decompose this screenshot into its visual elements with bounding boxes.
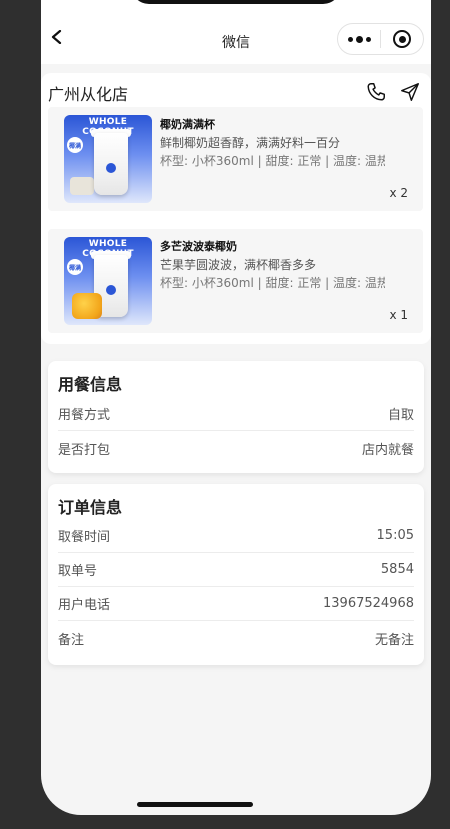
more-dots-icon	[347, 35, 371, 43]
list-item[interactable]: WHOLE COCONUT 椰满 多芒波波泰椰奶 芒果芋圆波波，满杯椰香多多 杯…	[48, 229, 423, 333]
row-label: 用户电话	[58, 598, 111, 613]
item-description: 鲜制椰奶超香醇，满满好料一百分	[160, 136, 341, 150]
store-name: 广州从化店	[48, 85, 129, 104]
info-row: 用餐方式 自取	[58, 397, 414, 431]
item-name: 多芒波波泰椰奶	[160, 240, 237, 253]
row-label: 备注	[58, 632, 85, 648]
row-label: 取单号	[58, 564, 98, 579]
item-name: 椰奶满满杯	[160, 118, 215, 131]
item-quantity: x 2	[389, 186, 408, 200]
dining-info-title: 用餐信息	[58, 375, 123, 394]
row-value: 13967524968	[323, 596, 414, 611]
order-info-title: 订单信息	[58, 498, 123, 517]
mango-decoration	[72, 293, 102, 319]
close-button[interactable]	[381, 24, 423, 54]
mini-program-capsule	[337, 23, 424, 55]
info-row: 取单号 5854	[58, 553, 414, 587]
notch	[131, 0, 341, 4]
dining-info-card: 用餐信息 用餐方式 自取 是否打包 店内就餐	[48, 361, 424, 473]
image-badge: 椰满	[67, 137, 83, 153]
status-bar	[41, 0, 431, 10]
product-image: WHOLE COCONUT 椰满	[64, 115, 152, 203]
info-row: 取餐时间 15:05	[58, 519, 414, 553]
phone-screen: 微信 广州从化店 WHOLE COCONUT 椰满	[41, 0, 431, 815]
item-description: 芒果芋圆波波，满杯椰香多多	[160, 258, 317, 272]
coconut-decoration	[70, 177, 94, 195]
item-quantity: x 1	[389, 308, 408, 322]
item-spec: 杯型: 小杯360ml | 甜度: 正常 | 温度: 温热	[160, 276, 385, 290]
list-item[interactable]: WHOLE COCONUT 椰满 椰奶满满杯 鲜制椰奶超香醇，满满好料一百分 杯…	[48, 107, 423, 211]
row-value: 无备注	[374, 632, 414, 648]
navigation-arrow-icon[interactable]	[399, 81, 421, 103]
more-button[interactable]	[338, 24, 380, 54]
row-label: 用餐方式	[58, 408, 111, 423]
row-value: 5854	[380, 562, 414, 577]
product-image: WHOLE COCONUT 椰满	[64, 237, 152, 325]
row-label: 取餐时间	[58, 530, 111, 545]
store-actions	[365, 81, 421, 103]
order-info-card: 订单信息 取餐时间 15:05 取单号 5854 用户电话 1396752496…	[48, 484, 424, 665]
info-row: 用户电话 13967524968	[58, 587, 414, 621]
navbar: 微信	[41, 10, 431, 64]
row-value: 店内就餐	[361, 442, 414, 458]
item-spec: 杯型: 小杯360ml | 甜度: 正常 | 温度: 温热	[160, 154, 385, 168]
phone-icon[interactable]	[365, 81, 387, 103]
info-row: 是否打包 店内就餐	[58, 431, 414, 465]
row-value: 自取	[387, 408, 414, 423]
row-value: 15:05	[376, 528, 414, 543]
home-indicator[interactable]	[137, 802, 253, 807]
target-circle-icon	[393, 30, 411, 48]
info-row: 备注 无备注	[58, 621, 414, 655]
store-card: 广州从化店 WHOLE COCONUT 椰满 椰奶满满杯 鲜制椰奶超香醇，满满好…	[41, 73, 431, 344]
row-label: 是否打包	[58, 442, 111, 458]
image-badge: 椰满	[67, 259, 83, 275]
